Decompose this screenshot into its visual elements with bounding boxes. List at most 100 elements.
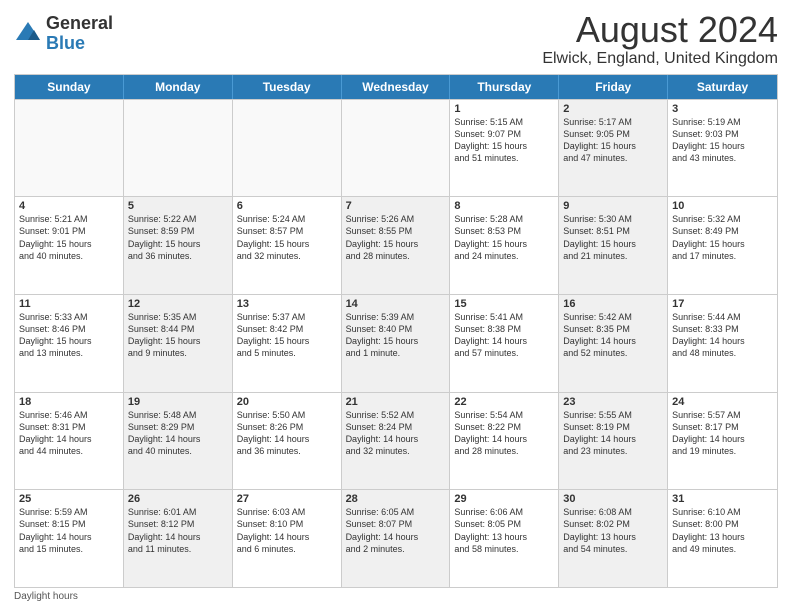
logo-area: General Blue [14, 10, 113, 54]
day-cell-31: 31Sunrise: 6:10 AM Sunset: 8:00 PM Dayli… [668, 490, 777, 587]
day-cell-26: 26Sunrise: 6:01 AM Sunset: 8:12 PM Dayli… [124, 490, 233, 587]
empty-cell [342, 100, 451, 197]
day-number: 20 [237, 396, 337, 408]
day-info: Sunrise: 5:37 AM Sunset: 8:42 PM Dayligh… [237, 311, 337, 360]
day-info: Sunrise: 5:59 AM Sunset: 8:15 PM Dayligh… [19, 506, 119, 555]
calendar-row-3: 18Sunrise: 5:46 AM Sunset: 8:31 PM Dayli… [15, 392, 777, 490]
day-info: Sunrise: 6:10 AM Sunset: 8:00 PM Dayligh… [672, 506, 773, 555]
title-area: August 2024 Elwick, England, United King… [542, 10, 778, 68]
day-info: Sunrise: 5:55 AM Sunset: 8:19 PM Dayligh… [563, 409, 663, 458]
day-cell-13: 13Sunrise: 5:37 AM Sunset: 8:42 PM Dayli… [233, 295, 342, 392]
day-info: Sunrise: 5:28 AM Sunset: 8:53 PM Dayligh… [454, 213, 554, 262]
calendar-row-1: 4Sunrise: 5:21 AM Sunset: 9:01 PM Daylig… [15, 196, 777, 294]
logo-text: General Blue [46, 14, 113, 54]
logo-blue: Blue [46, 34, 113, 54]
logo-icon [14, 20, 42, 48]
day-cell-6: 6Sunrise: 5:24 AM Sunset: 8:57 PM Daylig… [233, 197, 342, 294]
day-info: Sunrise: 5:15 AM Sunset: 9:07 PM Dayligh… [454, 116, 554, 165]
day-number: 29 [454, 493, 554, 505]
day-number: 22 [454, 396, 554, 408]
calendar-row-4: 25Sunrise: 5:59 AM Sunset: 8:15 PM Dayli… [15, 489, 777, 587]
day-info: Sunrise: 5:46 AM Sunset: 8:31 PM Dayligh… [19, 409, 119, 458]
calendar-header: SundayMondayTuesdayWednesdayThursdayFrid… [15, 75, 777, 99]
day-cell-14: 14Sunrise: 5:39 AM Sunset: 8:40 PM Dayli… [342, 295, 451, 392]
day-cell-1: 1Sunrise: 5:15 AM Sunset: 9:07 PM Daylig… [450, 100, 559, 197]
header-day-tuesday: Tuesday [233, 75, 342, 99]
day-info: Sunrise: 6:05 AM Sunset: 8:07 PM Dayligh… [346, 506, 446, 555]
day-info: Sunrise: 5:54 AM Sunset: 8:22 PM Dayligh… [454, 409, 554, 458]
location-title: Elwick, England, United Kingdom [542, 50, 778, 68]
empty-cell [15, 100, 124, 197]
day-number: 6 [237, 200, 337, 212]
calendar-body: 1Sunrise: 5:15 AM Sunset: 9:07 PM Daylig… [15, 99, 777, 587]
day-info: Sunrise: 5:48 AM Sunset: 8:29 PM Dayligh… [128, 409, 228, 458]
day-number: 10 [672, 200, 773, 212]
month-title: August 2024 [542, 10, 778, 50]
header-day-thursday: Thursday [450, 75, 559, 99]
day-cell-11: 11Sunrise: 5:33 AM Sunset: 8:46 PM Dayli… [15, 295, 124, 392]
day-info: Sunrise: 5:52 AM Sunset: 8:24 PM Dayligh… [346, 409, 446, 458]
day-cell-22: 22Sunrise: 5:54 AM Sunset: 8:22 PM Dayli… [450, 393, 559, 490]
calendar: SundayMondayTuesdayWednesdayThursdayFrid… [14, 74, 778, 588]
day-info: Sunrise: 5:21 AM Sunset: 9:01 PM Dayligh… [19, 213, 119, 262]
day-info: Sunrise: 5:32 AM Sunset: 8:49 PM Dayligh… [672, 213, 773, 262]
day-info: Sunrise: 5:42 AM Sunset: 8:35 PM Dayligh… [563, 311, 663, 360]
day-cell-4: 4Sunrise: 5:21 AM Sunset: 9:01 PM Daylig… [15, 197, 124, 294]
day-info: Sunrise: 5:57 AM Sunset: 8:17 PM Dayligh… [672, 409, 773, 458]
day-cell-28: 28Sunrise: 6:05 AM Sunset: 8:07 PM Dayli… [342, 490, 451, 587]
day-info: Sunrise: 5:35 AM Sunset: 8:44 PM Dayligh… [128, 311, 228, 360]
day-number: 11 [19, 298, 119, 310]
day-cell-2: 2Sunrise: 5:17 AM Sunset: 9:05 PM Daylig… [559, 100, 668, 197]
day-info: Sunrise: 5:26 AM Sunset: 8:55 PM Dayligh… [346, 213, 446, 262]
day-cell-7: 7Sunrise: 5:26 AM Sunset: 8:55 PM Daylig… [342, 197, 451, 294]
day-number: 25 [19, 493, 119, 505]
day-number: 21 [346, 396, 446, 408]
header-day-friday: Friday [559, 75, 668, 99]
day-info: Sunrise: 6:01 AM Sunset: 8:12 PM Dayligh… [128, 506, 228, 555]
day-number: 1 [454, 103, 554, 115]
day-number: 13 [237, 298, 337, 310]
day-info: Sunrise: 5:24 AM Sunset: 8:57 PM Dayligh… [237, 213, 337, 262]
day-number: 26 [128, 493, 228, 505]
day-number: 14 [346, 298, 446, 310]
empty-cell [124, 100, 233, 197]
day-number: 17 [672, 298, 773, 310]
day-cell-3: 3Sunrise: 5:19 AM Sunset: 9:03 PM Daylig… [668, 100, 777, 197]
calendar-row-0: 1Sunrise: 5:15 AM Sunset: 9:07 PM Daylig… [15, 99, 777, 197]
day-number: 2 [563, 103, 663, 115]
day-info: Sunrise: 6:06 AM Sunset: 8:05 PM Dayligh… [454, 506, 554, 555]
day-cell-17: 17Sunrise: 5:44 AM Sunset: 8:33 PM Dayli… [668, 295, 777, 392]
day-number: 16 [563, 298, 663, 310]
day-info: Sunrise: 5:50 AM Sunset: 8:26 PM Dayligh… [237, 409, 337, 458]
day-cell-30: 30Sunrise: 6:08 AM Sunset: 8:02 PM Dayli… [559, 490, 668, 587]
footer-note: Daylight hours [14, 591, 778, 602]
day-cell-16: 16Sunrise: 5:42 AM Sunset: 8:35 PM Dayli… [559, 295, 668, 392]
day-number: 9 [563, 200, 663, 212]
day-number: 18 [19, 396, 119, 408]
header-day-wednesday: Wednesday [342, 75, 451, 99]
day-number: 27 [237, 493, 337, 505]
day-info: Sunrise: 5:30 AM Sunset: 8:51 PM Dayligh… [563, 213, 663, 262]
day-number: 4 [19, 200, 119, 212]
day-number: 28 [346, 493, 446, 505]
day-cell-23: 23Sunrise: 5:55 AM Sunset: 8:19 PM Dayli… [559, 393, 668, 490]
day-number: 12 [128, 298, 228, 310]
header-day-sunday: Sunday [15, 75, 124, 99]
day-number: 23 [563, 396, 663, 408]
day-info: Sunrise: 5:17 AM Sunset: 9:05 PM Dayligh… [563, 116, 663, 165]
day-number: 15 [454, 298, 554, 310]
logo-general: General [46, 14, 113, 34]
day-info: Sunrise: 6:03 AM Sunset: 8:10 PM Dayligh… [237, 506, 337, 555]
calendar-row-2: 11Sunrise: 5:33 AM Sunset: 8:46 PM Dayli… [15, 294, 777, 392]
page: General Blue August 2024 Elwick, England… [0, 0, 792, 612]
day-number: 24 [672, 396, 773, 408]
day-number: 5 [128, 200, 228, 212]
day-number: 19 [128, 396, 228, 408]
header: General Blue August 2024 Elwick, England… [14, 10, 778, 68]
day-info: Sunrise: 5:33 AM Sunset: 8:46 PM Dayligh… [19, 311, 119, 360]
day-cell-12: 12Sunrise: 5:35 AM Sunset: 8:44 PM Dayli… [124, 295, 233, 392]
day-cell-15: 15Sunrise: 5:41 AM Sunset: 8:38 PM Dayli… [450, 295, 559, 392]
empty-cell [233, 100, 342, 197]
day-info: Sunrise: 5:44 AM Sunset: 8:33 PM Dayligh… [672, 311, 773, 360]
day-cell-19: 19Sunrise: 5:48 AM Sunset: 8:29 PM Dayli… [124, 393, 233, 490]
